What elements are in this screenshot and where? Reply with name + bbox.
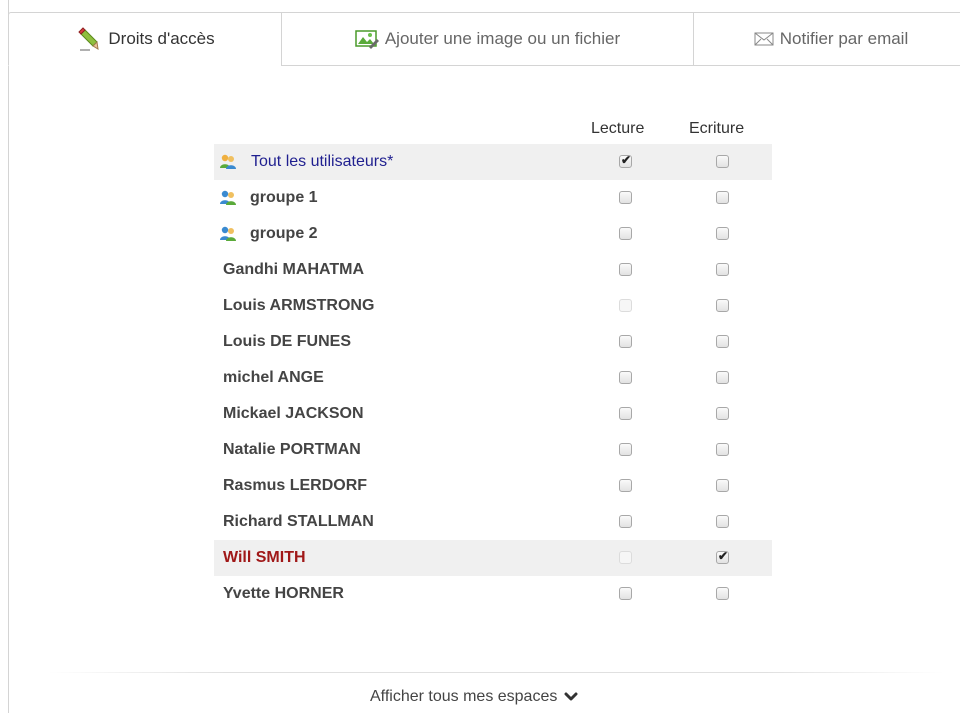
tab-divider: [282, 65, 960, 66]
pencil-icon: [76, 26, 102, 52]
footer-divider: [48, 672, 944, 673]
write-checkbox[interactable]: [716, 407, 729, 420]
read-checkbox[interactable]: [619, 515, 632, 528]
tab-add-image-file[interactable]: Ajouter une image ou un fichier: [281, 12, 694, 66]
write-checkbox[interactable]: [716, 155, 729, 168]
write-checkbox[interactable]: [716, 263, 729, 276]
row-name: Gandhi MAHATMA: [223, 261, 365, 278]
column-header-write: Ecriture: [689, 120, 745, 137]
read-checkbox[interactable]: [619, 587, 632, 600]
row-name: Tout les utilisateurs*: [251, 153, 394, 170]
tab-notify-email-label: Notifier par email: [779, 29, 909, 48]
users-icon: [219, 225, 237, 243]
write-checkbox[interactable]: ✔: [716, 549, 729, 564]
row-name: Yvette HORNER: [223, 585, 344, 602]
table-row: Louis DE FUNES: [214, 324, 772, 360]
image-icon: [355, 29, 379, 49]
row-name: Louis DE FUNES: [223, 333, 352, 350]
row-name: Rasmus LERDORF: [223, 477, 368, 494]
write-checkbox[interactable]: [716, 299, 729, 312]
table-header: Lecture Ecriture: [214, 112, 772, 144]
write-checkbox[interactable]: [716, 587, 729, 600]
read-checkbox[interactable]: [619, 371, 632, 384]
table-row: Rasmus LERDORF: [214, 468, 772, 504]
read-checkbox[interactable]: [619, 263, 632, 276]
table-row: Will SMITH ✔: [214, 540, 772, 576]
chevron-down-icon: [564, 692, 578, 702]
column-header-read: Lecture: [591, 120, 645, 137]
tab-access-rights[interactable]: Droits d'accès: [8, 12, 282, 66]
tab-add-image-file-label: Ajouter une image ou un fichier: [384, 29, 621, 48]
row-name: Louis ARMSTRONG: [223, 297, 375, 314]
table-row: Richard STALLMAN: [214, 504, 772, 540]
tab-bar: Droits d'accès Ajouter une image ou un f…: [8, 12, 960, 66]
access-rights-table: Lecture Ecriture Tout les utilisateurs* …: [214, 112, 772, 612]
read-checkbox[interactable]: [619, 407, 632, 420]
checkmark-icon: ✔: [718, 549, 729, 563]
read-checkbox[interactable]: [619, 227, 632, 240]
write-checkbox[interactable]: [716, 227, 729, 240]
write-checkbox[interactable]: [716, 335, 729, 348]
table-row: groupe 2: [214, 216, 772, 252]
read-checkbox: [619, 299, 632, 312]
write-checkbox[interactable]: [716, 443, 729, 456]
row-name: Richard STALLMAN: [223, 513, 374, 530]
table-row: Louis ARMSTRONG: [214, 288, 772, 324]
envelope-icon: [754, 32, 774, 46]
row-name: groupe 2: [250, 225, 318, 242]
tab-access-rights-label: Droits d'accès: [108, 29, 215, 48]
table-row: Tout les utilisateurs* ✔: [214, 144, 772, 180]
show-all-spaces-link[interactable]: Afficher tous mes espaces: [370, 688, 578, 706]
row-name: Will SMITH: [223, 549, 306, 566]
read-checkbox: [619, 551, 632, 564]
tab-notify-email[interactable]: Notifier par email: [693, 12, 960, 66]
row-name: Natalie PORTMAN: [223, 441, 361, 458]
read-checkbox[interactable]: [619, 479, 632, 492]
show-all-spaces-label: Afficher tous mes espaces: [370, 688, 558, 705]
table-row: Gandhi MAHATMA: [214, 252, 772, 288]
read-checkbox[interactable]: [619, 443, 632, 456]
table-row: Natalie PORTMAN: [214, 432, 772, 468]
read-checkbox[interactable]: [619, 335, 632, 348]
checkmark-icon: ✔: [621, 153, 632, 167]
table-row: Mickael JACKSON: [214, 396, 772, 432]
row-name: michel ANGE: [223, 369, 324, 386]
row-name: groupe 1: [250, 189, 318, 206]
read-checkbox[interactable]: ✔: [619, 153, 632, 168]
table-row: groupe 1: [214, 180, 772, 216]
users-icon: [219, 189, 237, 207]
write-checkbox[interactable]: [716, 479, 729, 492]
write-checkbox[interactable]: [716, 371, 729, 384]
read-checkbox[interactable]: [619, 191, 632, 204]
table-row: Yvette HORNER: [214, 576, 772, 612]
write-checkbox[interactable]: [716, 191, 729, 204]
users-icon: [219, 153, 237, 171]
write-checkbox[interactable]: [716, 515, 729, 528]
table-row: michel ANGE: [214, 360, 772, 396]
row-name: Mickael JACKSON: [223, 405, 364, 422]
